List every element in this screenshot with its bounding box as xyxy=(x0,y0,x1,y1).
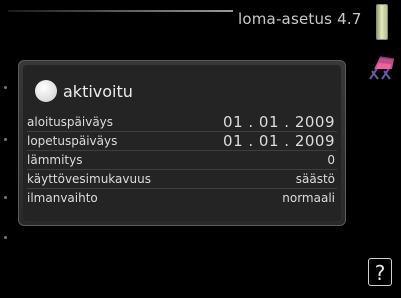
end-date-value: 01 . 01 . 2009 xyxy=(223,132,335,150)
activated-toggle[interactable]: aktivoitu xyxy=(35,79,133,103)
heating-row[interactable]: lämmitys 0 xyxy=(27,150,337,169)
end-date-row[interactable]: lopetuspäiväys 01 . 01 . 2009 xyxy=(27,131,337,150)
dot xyxy=(4,138,7,141)
start-date-value: 01 . 01 . 2009 xyxy=(223,113,335,131)
row-label: lämmitys xyxy=(27,153,83,167)
row-label: ilmanvaihto xyxy=(27,191,98,205)
dot xyxy=(4,236,7,239)
dot xyxy=(4,86,7,89)
hot-water-comfort-value: säästö xyxy=(295,172,335,186)
row-label: käyttövesimukavuus xyxy=(27,172,151,186)
scroll-indicator-icon[interactable] xyxy=(376,4,388,40)
row-label: aloituspäiväys xyxy=(27,115,114,129)
start-date-row[interactable]: aloituspäiväys 01 . 01 . 2009 xyxy=(27,113,337,131)
ventilation-value: normaali xyxy=(282,191,335,205)
settings-list: aloituspäiväys 01 . 01 . 2009 lopetuspäi… xyxy=(27,113,337,207)
hot-water-comfort-row[interactable]: käyttövesimukavuus säästö xyxy=(27,169,337,188)
deck-chair-icon xyxy=(369,56,394,80)
settings-panel: aktivoitu aloituspäiväys 01 . 01 . 2009 … xyxy=(18,60,346,226)
toggle-circle-icon[interactable] xyxy=(35,80,57,102)
title-underline xyxy=(8,10,233,12)
heating-value: 0 xyxy=(327,153,335,167)
ventilation-row[interactable]: ilmanvaihto normaali xyxy=(27,188,337,207)
help-button[interactable]: ? xyxy=(368,258,392,286)
dot xyxy=(4,196,7,199)
activated-label: aktivoitu xyxy=(63,81,133,101)
page-title: loma-asetus 4.7 xyxy=(238,10,362,28)
row-label: lopetuspäiväys xyxy=(27,134,118,148)
settings-panel-inner: aktivoitu aloituspäiväys 01 . 01 . 2009 … xyxy=(23,65,341,221)
